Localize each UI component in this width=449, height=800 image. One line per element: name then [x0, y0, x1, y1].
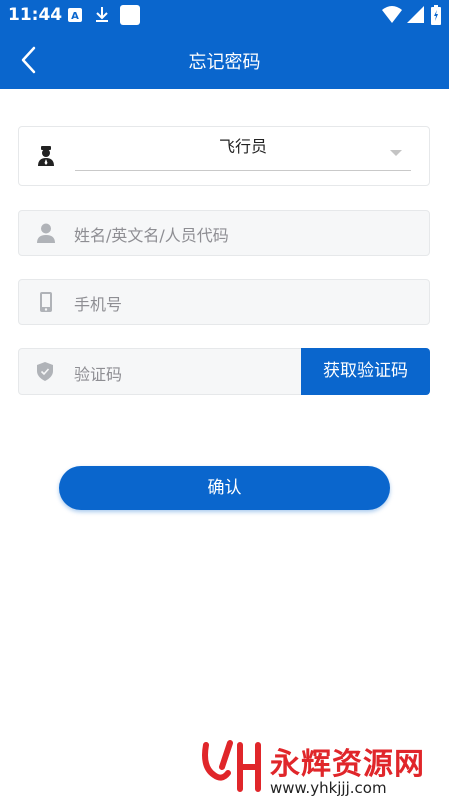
shield-icon: [37, 362, 53, 385]
phone-input[interactable]: 手机号: [18, 279, 430, 325]
code-placeholder: 验证码: [74, 365, 123, 384]
svg-text:A: A: [71, 11, 79, 22]
status-bar: 11:44 A: [0, 0, 449, 30]
page-title: 忘记密码: [188, 52, 261, 73]
phone-placeholder: 手机号: [74, 295, 123, 314]
role-select[interactable]: 飞行员: [18, 126, 430, 186]
dropdown-caret-icon[interactable]: [390, 150, 402, 156]
download-icon: [95, 7, 109, 27]
get-code-button[interactable]: 获取验证码: [301, 348, 430, 395]
name-input[interactable]: 姓名/英文名/人员代码: [18, 210, 430, 256]
role-value: 飞行员: [218, 137, 267, 156]
signal-icon: [407, 6, 424, 27]
pilot-icon: [37, 146, 55, 170]
person-icon: [37, 223, 55, 247]
phone-icon: [40, 292, 52, 316]
watermark-brand: 永辉资源网: [270, 747, 425, 782]
wifi-icon: [382, 6, 402, 27]
watermark: 永辉资源网 www.yhkjjj.com: [200, 735, 449, 800]
battery-icon: [431, 5, 441, 29]
role-underline: [75, 170, 411, 171]
watermark-url: www.yhkjjj.com: [270, 779, 387, 797]
confirm-button[interactable]: 确认: [59, 466, 390, 510]
name-placeholder: 姓名/英文名/人员代码: [74, 226, 229, 245]
a-icon: A: [68, 7, 82, 26]
app-bar: 忘记密码: [0, 30, 449, 89]
status-time: 11:44: [8, 5, 63, 25]
code-input[interactable]: 验证码 获取验证码: [18, 348, 430, 395]
square-icon: [120, 5, 140, 29]
watermark-logo-icon: [200, 737, 264, 799]
